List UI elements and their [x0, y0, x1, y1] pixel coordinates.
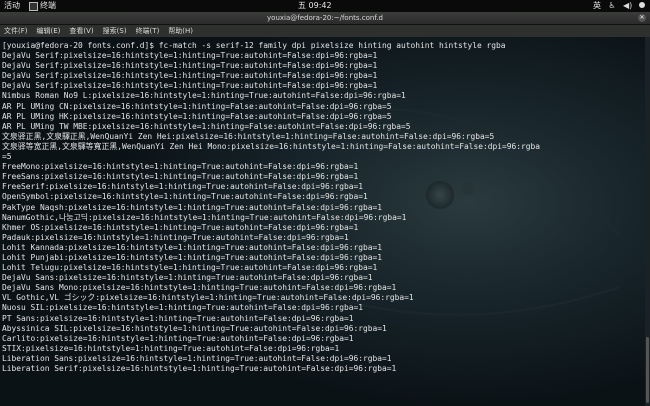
- terminal-line: 文泉驿正黑,文泉驛正黑,WenQuanYi Zen Hei:pixelsize=…: [2, 131, 495, 141]
- terminal-line: FreeMono:pixelsize=16:hintstyle=1:hintin…: [2, 162, 359, 172]
- terminal-line: PakType Naqsh:pixelsize=16:hintstyle=1:h…: [2, 202, 383, 212]
- terminal-line: Lohit Punjabi:pixelsize=16:hintstyle=1:h…: [2, 252, 383, 262]
- app-menu[interactable]: 终端: [29, 0, 56, 12]
- menu-view[interactable]: 查看(V): [69, 25, 93, 37]
- terminal-line: Liberation Sans:pixelsize=16:hintstyle=1…: [2, 353, 392, 363]
- close-icon[interactable]: ✕: [638, 14, 646, 22]
- menu-bar: 文件(F) 编辑(E) 查看(V) 搜索(S) 终端(T) 帮助(H): [0, 25, 650, 37]
- terminal-area[interactable]: [youxia@fedora-20 fonts.conf.d]$ fc-matc…: [0, 37, 650, 406]
- terminal-line: OpenSymbol:pixelsize=16:hintstyle=1:hint…: [2, 192, 368, 202]
- terminal-line: Lohit Kannada:pixelsize=16:hintstyle=1:h…: [2, 242, 383, 252]
- terminal-line: FreeSans:pixelsize=16:hintstyle=1:hintin…: [2, 172, 359, 182]
- terminal-app-icon: [29, 1, 38, 11]
- terminal-line: VL Gothic,VL ゴシック:pixelsize=16:hintstyle…: [2, 293, 414, 303]
- menu-terminal[interactable]: 终端(T): [136, 25, 160, 37]
- terminal-output: [youxia@fedora-20 fonts.conf.d]$ fc-matc…: [2, 41, 642, 384]
- terminal-line: STIX:pixelsize=16:hintstyle=1:hinting=Tr…: [2, 343, 340, 353]
- terminal-line: 文泉驿等宽正黑,文泉驛等寬正黑,WenQuanYi Zen Hei Mono:p…: [2, 141, 541, 151]
- accessibility-icon[interactable]: ♿: [608, 2, 616, 10]
- terminal-line: Carlito:pixelsize=16:hintstyle=1:hinting…: [2, 333, 354, 343]
- terminal-line: NanumGothic,나눔고딕:pixelsize=16:hintstyle=…: [2, 212, 407, 222]
- terminal-line: DejaVu Serif:pixelsize=16:hintstyle=1:hi…: [2, 51, 378, 61]
- terminal-line: Liberation Serif:pixelsize=16:hintstyle=…: [2, 364, 397, 373]
- terminal-line: DejaVu Sans Mono:pixelsize=16:hintstyle=…: [2, 283, 397, 293]
- input-method-indicator[interactable]: 英: [593, 0, 601, 12]
- terminal-line: Nuosu SIL:pixelsize=16:hintstyle=1:hinti…: [2, 303, 364, 313]
- window-titlebar[interactable]: youxia@fedora-20:~/fonts.conf.d ✕: [0, 12, 650, 25]
- app-name: 终端: [40, 1, 56, 10]
- terminal-line: Khmer OS:pixelsize=16:hintstyle=1:hintin…: [2, 222, 359, 232]
- clock[interactable]: 五 09:42: [298, 0, 332, 12]
- terminal-line: FreeSerif:pixelsize=16:hintstyle=1:hinti…: [2, 182, 364, 192]
- terminal-scrollbar[interactable]: [645, 37, 650, 406]
- terminal-line: AR PL UMing CN:pixelsize=16:hintstyle=1:…: [2, 101, 392, 111]
- menu-file[interactable]: 文件(F): [4, 25, 28, 37]
- volume-icon[interactable]: ◀): [623, 2, 632, 10]
- terminal-line: Lohit Telugu:pixelsize=16:hintstyle=1:hi…: [2, 263, 378, 273]
- terminal-line: DejaVu Serif:pixelsize=16:hintstyle=1:hi…: [2, 71, 378, 81]
- terminal-line: PT Sans:pixelsize=16:hintstyle=1:hinting…: [2, 313, 354, 323]
- menu-edit[interactable]: 编辑(E): [37, 25, 61, 37]
- terminal-line: Padauk:pixelsize=16:hintstyle=1:hinting=…: [2, 232, 349, 242]
- menu-search[interactable]: 搜索(S): [103, 25, 127, 37]
- terminal-line: Nimbus Roman No9 L:pixelsize=16:hintstyl…: [2, 91, 406, 101]
- terminal-line: [youxia@fedora-20 fonts.conf.d]$ fc-matc…: [2, 41, 506, 50]
- terminal-line: Abyssinica SIL:pixelsize=16:hintstyle=1:…: [2, 323, 387, 333]
- terminal-line: AR PL UMing HK:pixelsize=16:hintstyle=1:…: [2, 111, 392, 121]
- terminal-line: DejaVu Sans:pixelsize=16:hintstyle=1:hin…: [2, 273, 373, 283]
- terminal-line: AR PL UMing TW MBE:pixelsize=16:hintstyl…: [2, 121, 411, 131]
- system-tray: 英 ♿ ◀): [593, 0, 646, 12]
- menu-help[interactable]: 帮助(H): [168, 25, 193, 37]
- user-icon[interactable]: [638, 2, 646, 10]
- scrollbar-thumb[interactable]: [646, 337, 649, 403]
- terminal-line: DejaVu Serif:pixelsize=16:hintstyle=1:hi…: [2, 81, 378, 91]
- window-title: youxia@fedora-20:~/fonts.conf.d: [267, 14, 383, 22]
- top-bar: 活动 终端 五 09:42 英 ♿ ◀): [0, 0, 650, 12]
- activities-button[interactable]: 活动: [4, 0, 20, 12]
- terminal-line: DejaVu Serif:pixelsize=16:hintstyle=1:hi…: [2, 61, 378, 71]
- terminal-line: =5: [2, 152, 12, 162]
